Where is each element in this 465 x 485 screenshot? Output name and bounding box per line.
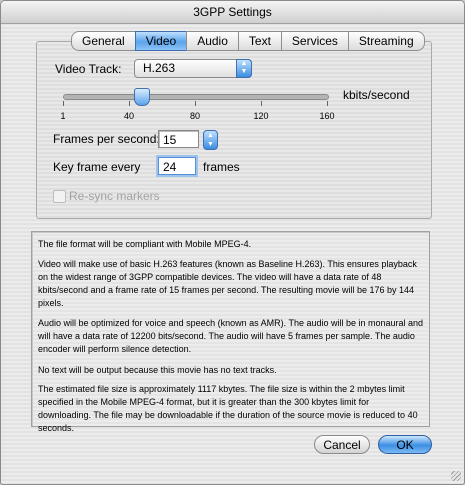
summary-paragraph: No text will be output because this movi…	[38, 365, 277, 375]
slider-tick	[129, 101, 130, 106]
keyframe-label: Key frame every	[53, 160, 141, 174]
tab-general[interactable]: General	[71, 31, 136, 51]
fps-stepper[interactable]: ▲ ▼	[203, 130, 218, 150]
keyframe-unit-label: frames	[203, 160, 240, 174]
tab-bar: General Video Audio Text Services Stream…	[71, 31, 425, 51]
slider-tick	[195, 101, 196, 106]
video-track-value: H.263	[143, 61, 176, 75]
ok-button[interactable]: OK	[378, 435, 432, 454]
fps-field[interactable]: 15	[158, 130, 199, 148]
summary-paragraph: Video will make use of basic H.263 featu…	[38, 259, 417, 308]
slider-tick-label: 1	[60, 111, 66, 121]
slider-tick-label: 40	[123, 111, 135, 121]
summary-paragraph: The file format will be compliant with M…	[38, 239, 252, 249]
slider-tick-label: 80	[189, 111, 201, 121]
slider-tick	[261, 101, 262, 106]
settings-window: 3GPP Settings General Video Audio Text S…	[0, 0, 465, 485]
summary-paragraph: Audio will be optimized for voice and sp…	[38, 318, 424, 354]
data-rate-unit-label: kbits/second	[343, 88, 410, 102]
tab-streaming[interactable]: Streaming	[347, 31, 425, 51]
slider-tick-label: 120	[253, 111, 269, 121]
resync-markers-checkbox[interactable]	[53, 190, 66, 203]
data-rate-slider-thumb[interactable]	[134, 88, 151, 106]
summary-text-area[interactable]: The file format will be compliant with M…	[31, 231, 430, 433]
summary-paragraph: The estimated file size is approximately…	[38, 384, 418, 433]
resize-grip-icon[interactable]	[451, 471, 461, 481]
tab-audio[interactable]: Audio	[186, 31, 239, 51]
video-track-popup[interactable]: H.263 ▲ ▼	[134, 59, 252, 78]
slider-tick	[327, 101, 328, 106]
slider-tick-label: 160	[319, 111, 335, 121]
keyframe-field[interactable]: 24	[158, 157, 196, 175]
slider-tick	[63, 101, 64, 106]
window-title: 3GPP Settings	[1, 1, 464, 24]
popup-arrows-icon: ▲ ▼	[236, 59, 252, 78]
fps-label: Frames per second:	[53, 132, 160, 146]
tab-video[interactable]: Video	[134, 31, 188, 51]
video-track-label: Video Track:	[55, 62, 122, 76]
tab-text[interactable]: Text	[237, 31, 282, 51]
tab-services[interactable]: Services	[280, 31, 349, 51]
data-rate-slider-track[interactable]	[63, 94, 329, 100]
resync-markers-label: Re-sync markers	[69, 189, 160, 203]
cancel-button[interactable]: Cancel	[314, 435, 370, 454]
